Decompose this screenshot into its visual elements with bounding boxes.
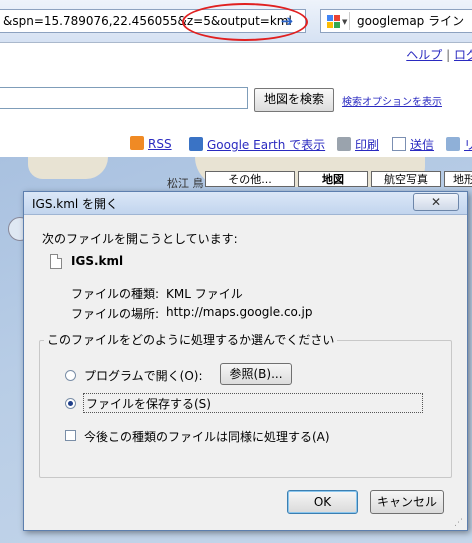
- link-link[interactable]: リ: [446, 136, 472, 153]
- file-type-label: ファイルの種類:: [71, 287, 160, 301]
- maps-search-button[interactable]: 地図を検索: [254, 88, 334, 112]
- ok-button[interactable]: OK: [287, 490, 358, 514]
- open-with-label[interactable]: プログラムで開く(O):: [84, 367, 203, 384]
- remember-label[interactable]: 今後この種類のファイルは同様に処理する(A): [84, 428, 330, 445]
- red-annotation-ellipse: [182, 3, 308, 41]
- close-icon: ✕: [430, 195, 442, 209]
- open-file-dialog: IGS.kml を開く ✕ 次のファイルを開こうとしています: IGS.kml …: [23, 191, 468, 531]
- rss-link[interactable]: RSS: [130, 136, 172, 151]
- envelope-icon: [392, 137, 406, 151]
- printer-icon: [337, 137, 351, 151]
- file-icon: [50, 254, 62, 269]
- rss-icon: [130, 136, 144, 150]
- map-type-map[interactable]: 地図: [298, 171, 368, 187]
- map-type-more[interactable]: その他...: [205, 171, 295, 187]
- browse-button[interactable]: 参照(B)...: [220, 363, 292, 385]
- help-link[interactable]: ヘルプ: [406, 48, 442, 62]
- resize-grip-icon[interactable]: ⋰: [454, 518, 464, 528]
- action-group-title: このファイルをどのように処理するか選んでください: [44, 331, 338, 348]
- file-location-label: ファイルの場所:: [71, 307, 160, 321]
- land-area: [28, 157, 108, 179]
- close-button[interactable]: ✕: [413, 193, 459, 211]
- maps-search-input[interactable]: [0, 87, 248, 109]
- dialog-title: IGS.kml を開く: [32, 197, 119, 211]
- map-link-bar: RSS Google Earth で表示 印刷 送信 リ: [0, 133, 472, 155]
- chain-link-icon: [446, 137, 460, 151]
- google-earth-icon: [189, 137, 203, 151]
- cancel-button[interactable]: キャンセル: [370, 490, 444, 514]
- send-link[interactable]: 送信: [392, 136, 434, 153]
- dialog-intro-text: 次のファイルを開こうとしています:: [42, 232, 238, 246]
- browser-toolbar: &spn=15.789076,22.456055&z=5&output=kml …: [0, 0, 472, 43]
- browser-search-box[interactable]: ▼ googlemap ライン: [320, 9, 472, 33]
- map-type-satellite[interactable]: 航空写真: [371, 171, 441, 187]
- print-link[interactable]: 印刷: [337, 136, 379, 153]
- remember-checkbox[interactable]: [65, 430, 76, 441]
- file-location-value: http://maps.google.co.jp: [166, 305, 313, 319]
- map-type-terrain[interactable]: 地形: [444, 171, 472, 187]
- open-with-radio[interactable]: [65, 370, 76, 381]
- dialog-titlebar[interactable]: IGS.kml を開く ✕: [24, 192, 467, 215]
- file-type-value: KML ファイル: [166, 287, 243, 301]
- browser-search-text: googlemap ライン: [357, 14, 465, 28]
- google-earth-link[interactable]: Google Earth で表示: [189, 136, 325, 153]
- top-links: ヘルプ | ログ: [406, 46, 472, 63]
- save-file-radio[interactable]: [65, 398, 76, 409]
- google-search-engine-icon[interactable]: ▼: [323, 12, 350, 30]
- map-place-label: 松江 鳥: [167, 177, 204, 190]
- login-link[interactable]: ログ: [454, 48, 472, 62]
- advanced-search-link[interactable]: 検索オプションを表示: [342, 93, 442, 108]
- file-name: IGS.kml: [71, 254, 124, 268]
- save-file-label[interactable]: ファイルを保存する(S): [86, 395, 211, 412]
